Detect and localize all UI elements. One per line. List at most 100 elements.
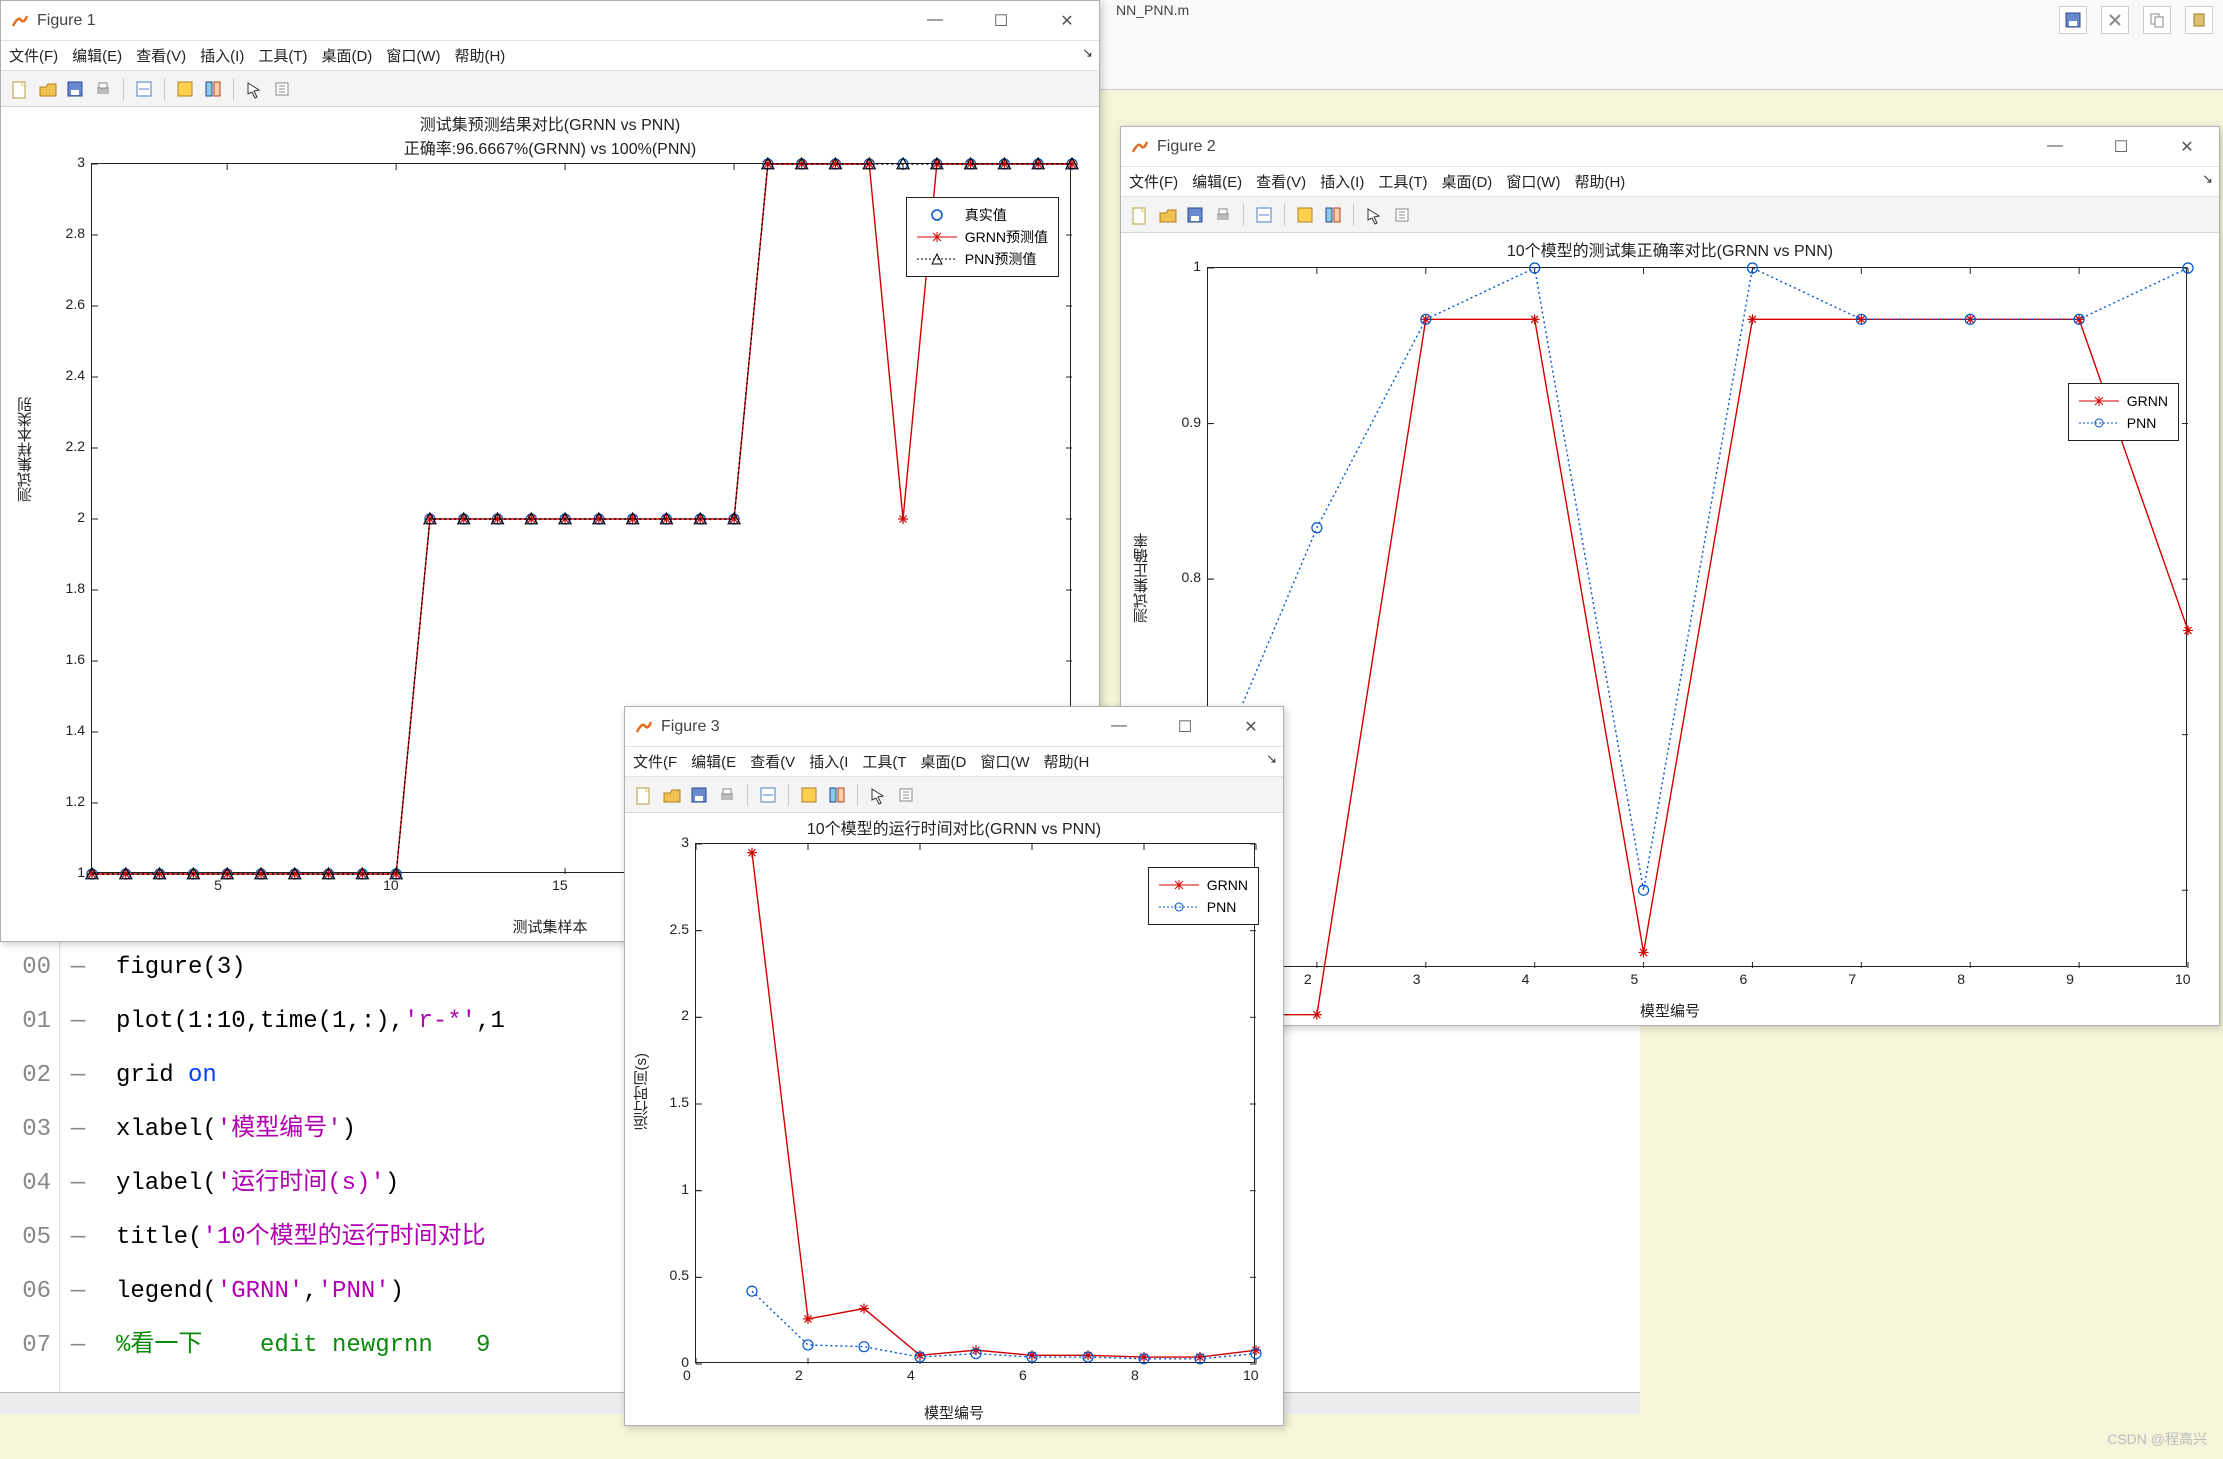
menu-item[interactable]: 文件(F: [633, 751, 677, 772]
save-icon[interactable]: [63, 77, 87, 101]
insert-icon[interactable]: [894, 783, 918, 807]
xtick: 0: [683, 1367, 691, 1383]
tile-icon[interactable]: [825, 783, 849, 807]
print-icon[interactable]: [715, 783, 739, 807]
menu-item[interactable]: 插入(I): [1320, 171, 1364, 192]
menu-item[interactable]: 文件(F): [9, 45, 58, 66]
figure-2-window[interactable]: Figure 2 — ☐ ✕ 文件(F) 编辑(E) 查看(V) 插入(I) 工具(T)…: [1120, 126, 2220, 1026]
chart1-title1: 测试集预测结果对比(GRNN vs PNN): [1, 111, 1099, 135]
figure-2-plot[interactable]: 10个模型的测试集正确率对比(GRNN vs PNN) 测试集正确率 模型编号 …: [1121, 233, 2219, 1025]
maximize-button[interactable]: ☐: [979, 11, 1023, 31]
save-icon[interactable]: [2059, 6, 2087, 34]
chart2-axes[interactable]: [1207, 267, 2187, 967]
close-button[interactable]: ✕: [1229, 717, 1273, 737]
menu-item[interactable]: 窗口(W: [980, 751, 1029, 772]
dock-icon[interactable]: [173, 77, 197, 101]
menu-item[interactable]: 插入(I): [200, 45, 244, 66]
ytick: 0.9: [1167, 414, 1201, 430]
new-icon[interactable]: [1127, 203, 1151, 227]
menu-item[interactable]: 桌面(D): [1441, 171, 1492, 192]
print-icon[interactable]: [1211, 203, 1235, 227]
open-icon[interactable]: [35, 77, 59, 101]
legend-item: GRNN预测值: [965, 227, 1048, 247]
menu-item[interactable]: 工具(T): [258, 45, 307, 66]
menu-item[interactable]: 桌面(D): [321, 45, 372, 66]
menu-item[interactable]: 编辑(E): [1192, 171, 1242, 192]
ytick: 2.4: [51, 367, 85, 383]
ytick: 3: [655, 834, 689, 850]
new-icon[interactable]: [7, 77, 31, 101]
menu-item[interactable]: 帮助(H): [1574, 171, 1625, 192]
save-icon[interactable]: [687, 783, 711, 807]
save-icon[interactable]: [1183, 203, 1207, 227]
figure-1-toolbar[interactable]: [1, 71, 1099, 107]
print-icon[interactable]: [91, 77, 115, 101]
chart3-xlabel: 模型编号: [625, 1402, 1283, 1423]
menu-item[interactable]: 查看(V): [136, 45, 186, 66]
maximize-button[interactable]: ☐: [2099, 137, 2143, 157]
maximize-button[interactable]: ☐: [1163, 717, 1207, 737]
figure-2-menubar[interactable]: 文件(F) 编辑(E) 查看(V) 插入(I) 工具(T) 桌面(D) 窗口(W) 帮助(H)…: [1121, 167, 2219, 197]
arrow-icon[interactable]: [1362, 203, 1386, 227]
link-icon[interactable]: [1252, 203, 1276, 227]
menu-item[interactable]: 窗口(W): [1506, 171, 1560, 192]
cut-icon[interactable]: [2101, 6, 2129, 34]
dock-icon[interactable]: [1293, 203, 1317, 227]
tile-icon[interactable]: [1321, 203, 1345, 227]
figure-3-titlebar[interactable]: Figure 3 — ☐ ✕: [625, 707, 1283, 747]
menu-item[interactable]: 帮助(H: [1044, 751, 1090, 772]
arrow-icon[interactable]: [242, 77, 266, 101]
xtick: 6: [1019, 1367, 1027, 1383]
figure-1-menubar[interactable]: 文件(F) 编辑(E) 查看(V) 插入(I) 工具(T) 桌面(D) 窗口(W) 帮助(H)…: [1, 41, 1099, 71]
insert-icon[interactable]: [270, 77, 294, 101]
menu-item[interactable]: 查看(V: [750, 751, 795, 772]
matlab-icon: [11, 12, 29, 30]
figure-3-window[interactable]: Figure 3 — ☐ ✕ 文件(F 编辑(E 查看(V 插入(I 工具(T 桌面(D 窗…: [624, 706, 1284, 1426]
xtick: 6: [1739, 971, 1747, 987]
menu-item[interactable]: 工具(T): [1378, 171, 1427, 192]
figure-1-titlebar[interactable]: Figure 1 — ☐ ✕: [1, 1, 1099, 41]
minimize-button[interactable]: —: [913, 11, 957, 31]
legend-item: PNN: [1207, 899, 1237, 915]
menu-item[interactable]: 桌面(D: [921, 751, 967, 772]
chart1-legend[interactable]: 真实值 GRNN预测值 PNN预测值: [906, 197, 1059, 277]
open-icon[interactable]: [659, 783, 683, 807]
menu-item[interactable]: 插入(I: [809, 751, 848, 772]
figure-2-titlebar[interactable]: Figure 2 — ☐ ✕: [1121, 127, 2219, 167]
menu-item[interactable]: 编辑(E): [72, 45, 122, 66]
arrow-icon[interactable]: [866, 783, 890, 807]
figure-3-toolbar[interactable]: [625, 777, 1283, 813]
legend-item: GRNN: [2127, 393, 2168, 409]
legend-item: PNN: [2127, 415, 2157, 431]
menu-item[interactable]: 窗口(W): [386, 45, 440, 66]
figure-2-toolbar[interactable]: [1121, 197, 2219, 233]
tile-icon[interactable]: [201, 77, 225, 101]
open-icon[interactable]: [1155, 203, 1179, 227]
ytick: 2: [655, 1007, 689, 1023]
link-icon[interactable]: [132, 77, 156, 101]
minimize-button[interactable]: —: [1097, 717, 1141, 737]
minimize-button[interactable]: —: [2033, 137, 2077, 157]
figure-3-title: Figure 3: [661, 718, 1097, 736]
chart3-legend[interactable]: GRNN PNN: [1148, 867, 1259, 925]
ytick: 1: [51, 864, 85, 880]
menu-item[interactable]: 编辑(E: [691, 751, 736, 772]
close-button[interactable]: ✕: [2165, 137, 2209, 157]
figure-3-menubar[interactable]: 文件(F编辑(E查看(V插入(I工具(T桌面(D窗口(W帮助(H↘: [625, 747, 1283, 777]
close-button[interactable]: ✕: [1045, 11, 1089, 31]
menu-item[interactable]: 查看(V): [1256, 171, 1306, 192]
menu-item[interactable]: 帮助(H): [454, 45, 505, 66]
new-icon[interactable]: [631, 783, 655, 807]
figure-3-plot[interactable]: 10个模型的运行时间对比(GRNN vs PNN) 运行时间(s) 模型编号 G…: [625, 813, 1283, 1425]
link-icon[interactable]: [756, 783, 780, 807]
xtick: 15: [552, 877, 568, 893]
copy-icon[interactable]: [2143, 6, 2171, 34]
matlab-icon: [1131, 138, 1149, 156]
ytick: 1.8: [51, 580, 85, 596]
insert-icon[interactable]: [1390, 203, 1414, 227]
chart2-legend[interactable]: GRNN PNN: [2068, 383, 2179, 441]
menu-item[interactable]: 文件(F): [1129, 171, 1178, 192]
dock-icon[interactable]: [797, 783, 821, 807]
menu-item[interactable]: 工具(T: [862, 751, 906, 772]
paste-icon[interactable]: [2185, 6, 2213, 34]
